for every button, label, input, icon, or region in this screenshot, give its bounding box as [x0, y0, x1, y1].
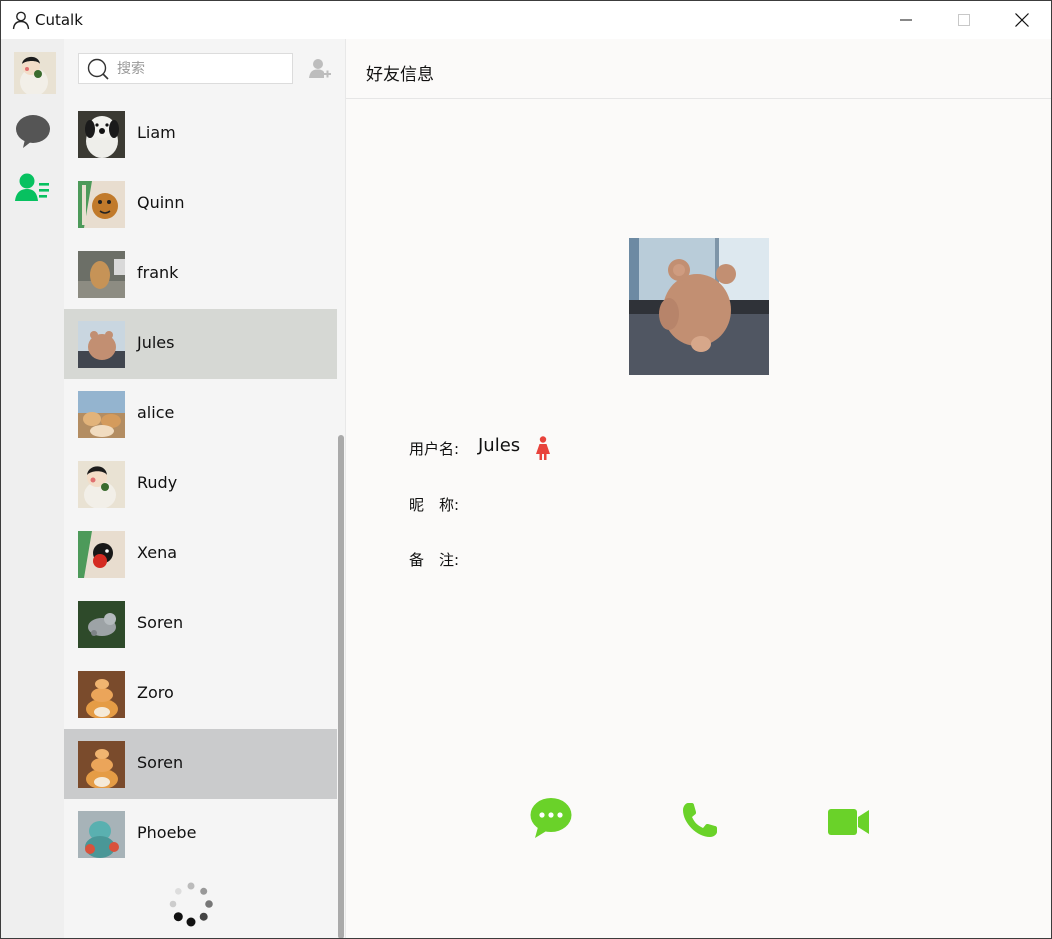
contact-name: Quinn	[137, 193, 185, 212]
contact-item-hover[interactable]: Soren	[64, 729, 337, 799]
contact-item[interactable]: Soren	[64, 589, 337, 659]
remark-label: 备 注:	[409, 551, 460, 569]
contact-avatar	[78, 391, 125, 438]
maximize-icon	[958, 14, 970, 26]
contact-name: Liam	[137, 123, 176, 142]
contact-avatar	[78, 811, 125, 858]
contact-list: Liam Quinn frank Jules alice Rudy Xena S…	[64, 99, 337, 869]
contact-name: Rudy	[137, 473, 178, 492]
contact-item[interactable]: alice	[64, 379, 337, 449]
contact-name: Soren	[137, 613, 184, 632]
contact-avatar	[78, 671, 125, 718]
contact-avatar	[78, 461, 125, 508]
search-input[interactable]	[117, 58, 287, 80]
window-title: Cutalk	[35, 11, 83, 29]
avatar-image	[14, 52, 56, 94]
contact-item[interactable]: Zoro	[64, 659, 337, 729]
add-friend-icon[interactable]	[309, 58, 331, 80]
contact-name: Zoro	[137, 683, 174, 702]
list-scrollbar[interactable]	[338, 435, 344, 938]
nickname-field: 昵 称:	[409, 494, 459, 515]
minimize-button[interactable]	[877, 1, 935, 39]
contact-avatar	[78, 251, 125, 298]
minimize-icon	[900, 19, 912, 21]
close-button[interactable]	[993, 1, 1051, 39]
contacts-icon[interactable]	[15, 172, 51, 204]
profile-avatar[interactable]	[629, 238, 769, 375]
nickname-label: 昵 称:	[409, 496, 460, 514]
contact-name: Soren	[137, 753, 184, 772]
send-message-icon[interactable]	[530, 797, 572, 839]
contact-name: Jules	[137, 333, 175, 352]
maximize-button[interactable]	[935, 1, 993, 39]
username-value: Jules	[478, 435, 521, 456]
loading-spinner-icon	[169, 882, 213, 927]
contact-item[interactable]: Liam	[64, 99, 337, 169]
username-field: 用户名: Jules	[409, 435, 520, 459]
contact-name: Xena	[137, 543, 178, 562]
contact-item[interactable]: Xena	[64, 519, 337, 589]
contact-avatar	[78, 111, 125, 158]
search-icon	[87, 58, 109, 80]
contact-avatar	[78, 601, 125, 648]
contact-item[interactable]: Quinn	[64, 169, 337, 239]
contact-item[interactable]: frank	[64, 239, 337, 309]
page-title: 好友信息	[366, 65, 434, 85]
user-outline-icon	[12, 11, 30, 30]
contact-item[interactable]: Rudy	[64, 449, 337, 519]
female-icon	[536, 436, 550, 460]
title-bar[interactable]: Cutalk	[1, 1, 1051, 39]
profile-avatar-image	[629, 238, 769, 375]
contact-name: alice	[137, 403, 175, 422]
avatar[interactable]	[14, 52, 56, 94]
app-window: Cutalk 搜索 Liam Quinn frank Jules alice R…	[0, 0, 1052, 939]
search-box[interactable]	[78, 53, 293, 84]
detail-header: 好友信息	[346, 39, 1051, 99]
contact-item-selected[interactable]: Jules	[64, 309, 337, 379]
contact-avatar	[78, 181, 125, 228]
video-call-icon[interactable]	[828, 807, 870, 837]
username-label: 用户名:	[409, 440, 460, 458]
contact-name: frank	[137, 263, 179, 282]
voice-call-icon[interactable]	[681, 801, 719, 839]
contact-name: Phoebe	[137, 823, 197, 842]
contact-avatar	[78, 321, 125, 368]
contact-avatar	[78, 531, 125, 578]
remark-field: 备 注:	[409, 549, 459, 570]
contact-avatar	[78, 741, 125, 788]
contact-item[interactable]: Phoebe	[64, 799, 337, 869]
side-nav	[1, 39, 64, 938]
friend-detail-panel: 好友信息 用户名: Jules 昵 称: 备 注:	[345, 39, 1051, 938]
contact-list-panel: Liam Quinn frank Jules	[64, 39, 345, 938]
close-icon	[1015, 13, 1029, 27]
chat-bubble-icon[interactable]	[15, 113, 51, 149]
